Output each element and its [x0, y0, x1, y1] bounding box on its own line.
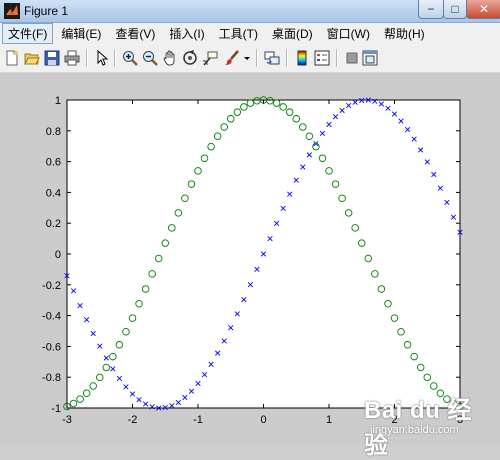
y-tick-label: -0.8	[42, 372, 61, 384]
save-icon[interactable]	[44, 50, 60, 66]
y-tick-label: -0.4	[42, 311, 61, 323]
y-tick-label: 0.8	[46, 126, 61, 138]
insert-colorbar-icon[interactable]	[294, 50, 310, 66]
hide-plot-tools-icon[interactable]	[344, 50, 360, 66]
menu-insert[interactable]: 插入(I)	[163, 23, 210, 44]
link-plot-icon[interactable]	[264, 50, 280, 66]
minimize-button[interactable]: −	[418, 0, 444, 19]
x-tick-label: -1	[193, 414, 203, 426]
brush-icon[interactable]	[224, 50, 240, 66]
y-tick-label: 1	[55, 95, 61, 107]
window-title: Figure 1	[24, 4, 69, 18]
brush-dropdown-icon[interactable]	[242, 50, 252, 66]
toolbar-separator	[336, 49, 338, 67]
y-tick-label: 0.2	[46, 218, 61, 230]
data-cursor-icon[interactable]	[202, 50, 218, 66]
toolbar-separator	[86, 49, 88, 67]
print-icon[interactable]	[64, 50, 80, 66]
maximize-button[interactable]: □	[443, 0, 467, 19]
show-plot-tools-icon[interactable]	[362, 50, 378, 66]
x-tick-label: -2	[128, 414, 138, 426]
y-tick-label: -0.6	[42, 341, 61, 353]
zoom-out-icon[interactable]	[142, 50, 158, 66]
insert-legend-icon[interactable]	[314, 50, 330, 66]
pan-hand-icon[interactable]	[162, 50, 178, 66]
title-bar[interactable]: Figure 1 − □ ✕	[0, 0, 500, 23]
matlab-logo-icon	[4, 3, 20, 19]
menu-edit[interactable]: 编辑(E)	[55, 23, 107, 44]
menu-help[interactable]: 帮助(H)	[378, 23, 431, 44]
menu-bar: 文件(F) 编辑(E) 查看(V) 插入(I) 工具(T) 桌面(D) 窗口(W…	[0, 23, 500, 44]
open-file-icon[interactable]	[24, 50, 40, 66]
rotate-3d-icon[interactable]	[182, 50, 198, 66]
x-tick-label: -3	[62, 414, 72, 426]
y-tick-label: 0	[55, 249, 61, 261]
new-figure-icon[interactable]	[4, 50, 20, 66]
menu-file[interactable]: 文件(F)	[2, 23, 54, 44]
y-tick-label: -1	[51, 403, 61, 415]
menu-window[interactable]: 窗口(W)	[321, 23, 376, 44]
menu-desktop[interactable]: 桌面(D)	[266, 23, 319, 44]
y-tick-label: -0.2	[42, 280, 61, 292]
toolbar-separator	[114, 49, 116, 67]
zoom-in-icon[interactable]	[122, 50, 138, 66]
toolbar-separator	[256, 49, 258, 67]
menu-tools[interactable]: 工具(T)	[213, 23, 264, 44]
pointer-icon[interactable]	[94, 50, 110, 66]
baidu-watermark: Bai du 经验 jingyan.baidu.com	[364, 390, 494, 459]
close-button[interactable]: ✕	[466, 0, 500, 19]
y-tick-label: 0.4	[46, 187, 61, 199]
watermark-url: jingyan.baidu.com	[370, 424, 459, 436]
x-tick-label: 0	[260, 414, 266, 426]
menu-view[interactable]: 查看(V)	[109, 23, 161, 44]
toolbar-separator	[286, 49, 288, 67]
x-tick-label: 1	[326, 414, 332, 426]
y-tick-label: 0.6	[46, 157, 61, 169]
figure-toolbar	[0, 44, 500, 73]
